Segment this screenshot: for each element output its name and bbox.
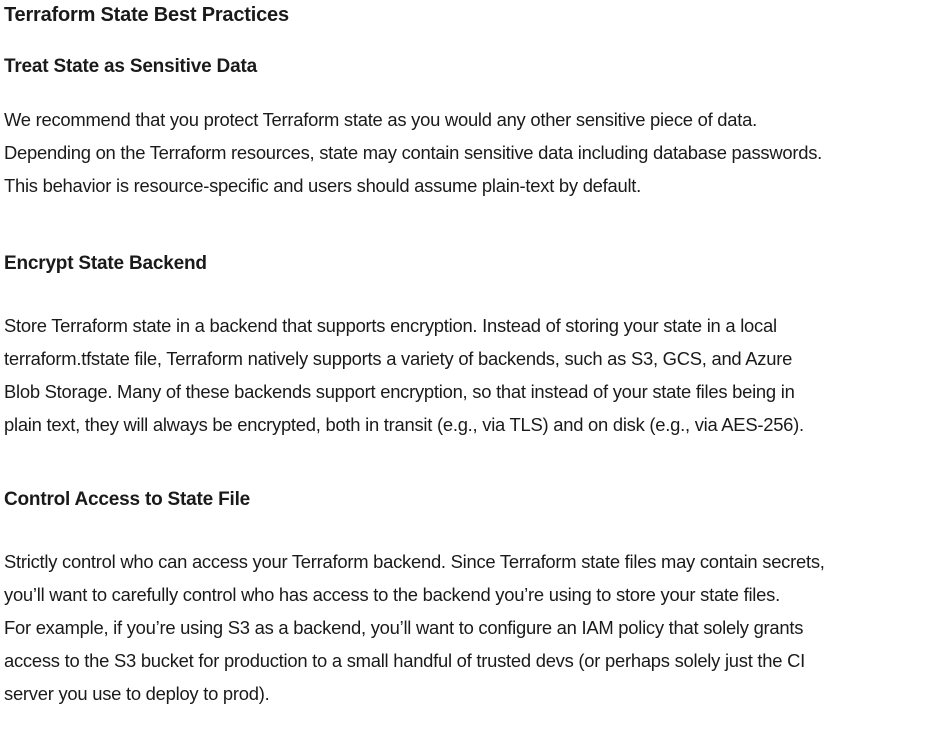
- paragraph-line: Strictly control who can access your Ter…: [4, 551, 825, 572]
- paragraph-line: Store Terraform state in a backend that …: [4, 315, 777, 336]
- paragraph-line: server you use to deploy to prod).: [4, 683, 270, 704]
- paragraph-line: access to the S3 bucket for production t…: [4, 650, 805, 671]
- paragraph-line: Blob Storage. Many of these backends sup…: [4, 381, 795, 402]
- section-paragraph-encrypt-backend: Store Terraform state in a backend that …: [4, 309, 938, 441]
- section-heading-encrypt-backend: Encrypt State Backend: [4, 253, 207, 274]
- paragraph-line: This behavior is resource-specific and u…: [4, 175, 642, 196]
- document-title: Terraform State Best Practices: [4, 4, 289, 26]
- paragraph-line: terraform.tfstate file, Terraform native…: [4, 348, 793, 369]
- paragraph-line: you’ll want to carefully control who has…: [4, 584, 780, 605]
- section-paragraph-sensitive-data: We recommend that you protect Terraform …: [4, 103, 938, 202]
- paragraph-line: We recommend that you protect Terraform …: [4, 109, 757, 130]
- document: Terraform State Best Practices Treat Sta…: [4, 0, 938, 710]
- section-heading-control-access: Control Access to State File: [4, 489, 251, 510]
- paragraph-line: plain text, they will always be encrypte…: [4, 414, 804, 435]
- paragraph-line: Depending on the Terraform resources, st…: [4, 142, 823, 163]
- paragraph-line: For example, if you’re using S3 as a bac…: [4, 617, 804, 638]
- section-paragraph-control-access: Strictly control who can access your Ter…: [4, 545, 938, 710]
- section-heading-sensitive-data: Treat State as Sensitive Data: [4, 56, 257, 77]
